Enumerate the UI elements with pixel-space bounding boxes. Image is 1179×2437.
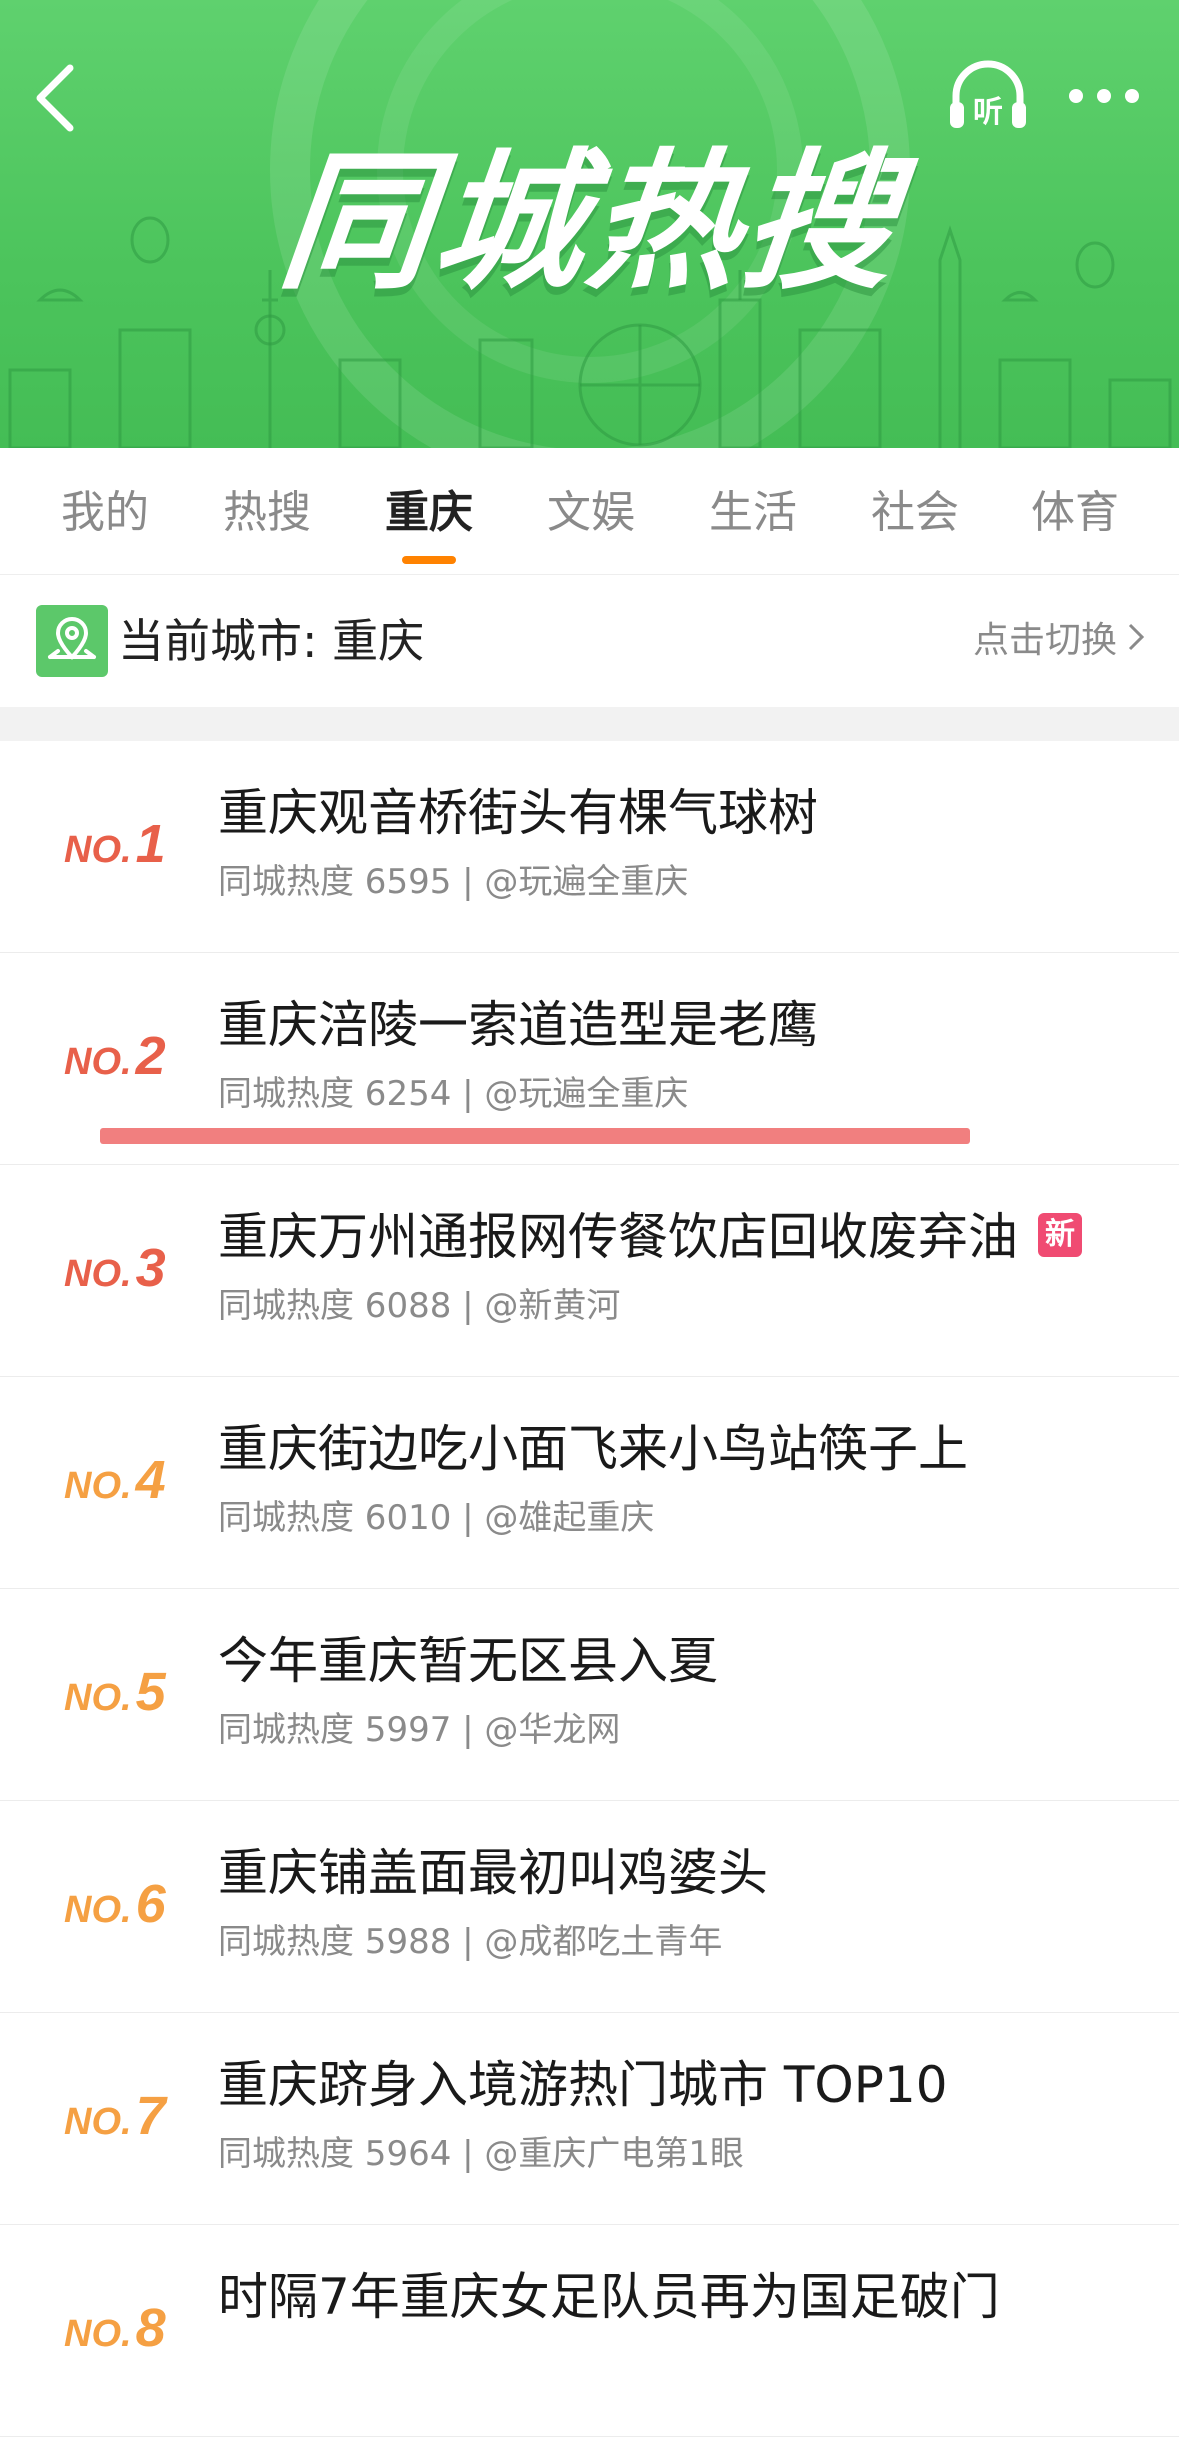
current-city-row: 当前城市: 重庆 点击切换	[0, 575, 1179, 707]
item-title: 时隔7年重庆女足队员再为国足破门	[218, 2261, 1000, 2333]
switch-city-button[interactable]: 点击切换	[973, 611, 1145, 671]
tab-sports[interactable]: 体育	[1000, 478, 1150, 548]
item-title-text: 时隔7年重庆女足队员再为国足破门	[218, 2268, 1000, 2326]
list-item[interactable]: NO.6 重庆铺盖面最初叫鸡婆头 同城热度 5988 | @成都吃土青年	[0, 1801, 1179, 2013]
more-icon	[1069, 89, 1139, 103]
item-meta: 同城热度 5997 | @华龙网	[218, 1710, 621, 1750]
item-title-text: 重庆观音桥街头有棵气球树	[218, 784, 818, 842]
item-title-text: 重庆铺盖面最初叫鸡婆头	[218, 1844, 768, 1902]
item-meta: 同城热度 6088 | @新黄河	[218, 1286, 621, 1326]
rank-label: NO.8	[64, 2293, 238, 2363]
rank-label: NO.7	[64, 2081, 238, 2151]
rank-prefix: NO.	[64, 2101, 132, 2143]
item-meta: 同城热度 6010 | @雄起重庆	[218, 1498, 655, 1538]
list-item[interactable]: NO.5 今年重庆暂无区县入夏 同城热度 5997 | @华龙网	[0, 1589, 1179, 1801]
switch-city-label: 点击切换	[972, 620, 1117, 661]
tab-chongqing[interactable]: 重庆	[354, 478, 504, 548]
list-item[interactable]: NO.3 重庆万州通报网传餐饮店回收废弃油新同城热度 6088 | @新黄河	[0, 1165, 1179, 1377]
tab-life[interactable]: 生活	[678, 478, 828, 548]
rank-number: 4	[135, 1450, 166, 1510]
rank-label: NO.2	[64, 1021, 238, 1091]
rank-label: NO.4	[64, 1445, 238, 1515]
chevron-left-icon	[36, 64, 74, 132]
list-item[interactable]: NO.1 重庆观音桥街头有棵气球树 同城热度 6595 | @玩遍全重庆	[0, 741, 1179, 953]
section-divider	[0, 707, 1179, 741]
item-title: 重庆万州通报网传餐饮店回收废弃油新	[218, 1201, 1082, 1273]
item-meta: 同城热度 6595 | @玩遍全重庆	[218, 862, 689, 902]
rank-number: 5	[135, 1662, 166, 1722]
category-tabs: 我的 热搜 重庆 文娱 生活 社会 体育	[0, 448, 1179, 575]
rank-number: 8	[135, 2298, 166, 2358]
headphones-icon: 听	[950, 60, 1026, 130]
item-meta: 同城热度 6254 | @玩遍全重庆	[218, 1074, 689, 1114]
rank-number: 1	[135, 814, 166, 874]
item-title: 今年重庆暂无区县入夏	[218, 1625, 718, 1697]
highlight-underline	[100, 1128, 970, 1144]
item-title: 重庆观音桥街头有棵气球树	[218, 777, 818, 849]
tab-mine[interactable]: 我的	[30, 478, 180, 548]
item-meta: 同城热度 5988 | @成都吃土青年	[218, 1922, 723, 1962]
rank-prefix: NO.	[64, 1677, 132, 1719]
rank-label: NO.3	[64, 1233, 238, 1303]
item-title-text: 重庆跻身入境游热门城市 TOP10	[218, 2056, 948, 2114]
item-title: 重庆涪陵一索道造型是老鹰	[218, 989, 818, 1061]
rank-number: 7	[135, 2086, 166, 2146]
active-tab-indicator	[402, 556, 456, 564]
item-title: 重庆跻身入境游热门城市 TOP10	[218, 2049, 948, 2121]
banner-title: 同城热搜	[272, 136, 907, 310]
tab-hot[interactable]: 热搜	[192, 478, 342, 548]
hot-search-list: NO.1 重庆观音桥街头有棵气球树 同城热度 6595 | @玩遍全重庆 NO.2 重庆…	[0, 741, 1179, 2437]
rank-number: 3	[135, 1238, 166, 1298]
item-title: 重庆街边吃小面飞来小鸟站筷子上	[218, 1413, 968, 1485]
rank-prefix: NO.	[64, 1465, 132, 1507]
rank-number: 2	[135, 1026, 166, 1086]
current-city-label: 当前城市: 重庆	[118, 614, 425, 668]
rank-prefix: NO.	[64, 2313, 132, 2355]
rank-prefix: NO.	[64, 1041, 132, 1083]
rank-label: NO.1	[64, 809, 238, 879]
list-item[interactable]: NO.4 重庆街边吃小面飞来小鸟站筷子上 同城热度 6010 | @雄起重庆	[0, 1377, 1179, 1589]
rank-prefix: NO.	[64, 829, 132, 871]
item-meta: 同城热度 5964 | @重庆广电第1眼	[218, 2134, 745, 2174]
item-title-text: 重庆街边吃小面飞来小鸟站筷子上	[218, 1420, 968, 1478]
item-title-text: 重庆涪陵一索道造型是老鹰	[218, 996, 818, 1054]
item-title-text: 今年重庆暂无区县入夏	[218, 1632, 718, 1690]
listen-button[interactable]: 听	[946, 58, 1030, 132]
list-item[interactable]: NO.7 重庆跻身入境游热门城市 TOP10 同城热度 5964 | @重庆广电第1…	[0, 2013, 1179, 2225]
rank-label: NO.6	[64, 1869, 238, 1939]
list-item[interactable]: NO.8 时隔7年重庆女足队员再为国足破门	[0, 2225, 1179, 2437]
rank-prefix: NO.	[64, 1253, 132, 1295]
more-button[interactable]	[1066, 76, 1142, 116]
tab-entertainment[interactable]: 文娱	[516, 478, 666, 548]
item-title-text: 重庆万州通报网传餐饮店回收废弃油	[218, 1208, 1018, 1266]
back-button[interactable]	[28, 56, 88, 136]
rank-prefix: NO.	[64, 1889, 132, 1931]
new-badge: 新	[1038, 1213, 1082, 1257]
listen-label: 听	[973, 95, 1003, 130]
location-icon	[36, 605, 108, 677]
tab-society[interactable]: 社会	[840, 478, 990, 548]
rank-number: 6	[135, 1874, 166, 1934]
item-title: 重庆铺盖面最初叫鸡婆头	[218, 1837, 768, 1909]
chevron-right-icon	[1127, 611, 1145, 671]
rank-label: NO.5	[64, 1657, 238, 1727]
header-banner: 同城热搜 听	[0, 0, 1179, 448]
